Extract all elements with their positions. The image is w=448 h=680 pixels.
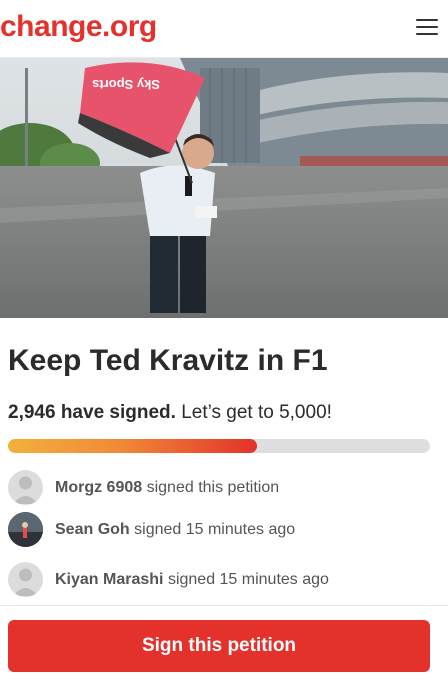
signer-name: Morgz 6908 — [55, 479, 143, 496]
menu-bar — [416, 19, 438, 21]
signer-text: Kiyan Marashi signed 15 minutes ago — [55, 571, 329, 589]
petition-title: Keep Ted Kravitz in F1 — [8, 344, 328, 377]
divider — [0, 605, 448, 606]
goal-text: Let’s get to 5,000! — [181, 402, 332, 423]
signer-name: Kiyan Marashi — [55, 571, 164, 588]
progress-fill — [8, 439, 257, 453]
menu-bar — [416, 26, 438, 28]
sign-petition-button[interactable]: Sign this petition — [8, 620, 430, 672]
signer-action: signed this petition — [146, 479, 280, 496]
signer-action: signed 15 minutes ago — [167, 571, 329, 588]
photo-avatar — [8, 512, 43, 547]
default-user-avatar — [8, 470, 43, 505]
user-silhouette-icon — [13, 568, 38, 596]
hero-photo: Sky Sports — [0, 58, 448, 318]
signer-row: Morgz 6908 signed this petition — [8, 470, 438, 506]
hamburger-menu-icon[interactable] — [416, 19, 438, 37]
signer-row: Sean Goh signed 15 minutes ago — [8, 512, 438, 548]
signer-row: Kiyan Marashi signed 15 minutes ago — [8, 562, 438, 598]
signature-count-line: 2,946 have signed. Let’s get to 5,000! — [8, 402, 332, 424]
umbrella-logo-text: Sky Sports — [92, 77, 160, 92]
signer-text: Morgz 6908 signed this petition — [55, 479, 279, 497]
signer-name: Sean Goh — [55, 521, 130, 538]
change-org-logo[interactable]: change.org — [0, 10, 157, 44]
signed-count: 2,946 have signed. — [8, 402, 176, 423]
menu-bar — [416, 33, 438, 35]
signer-action: signed 15 minutes ago — [134, 521, 296, 538]
petition-hero-image: Sky Sports — [0, 58, 448, 318]
top-header: change.org — [0, 0, 448, 58]
signer-text: Sean Goh signed 15 minutes ago — [55, 521, 295, 539]
user-silhouette-icon — [13, 476, 38, 504]
photo-avatar-image — [8, 512, 43, 547]
signature-progress-bar — [8, 439, 430, 453]
default-user-avatar — [8, 562, 43, 597]
